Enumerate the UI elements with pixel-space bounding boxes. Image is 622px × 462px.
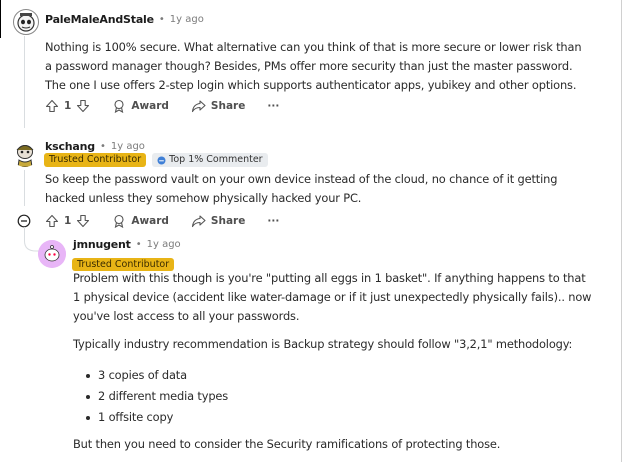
comment-header: jmnugent • 1y ago bbox=[73, 238, 181, 251]
comment-age[interactable]: 1y ago bbox=[111, 141, 145, 152]
comment-body: Nothing is 100% secure. What alternative… bbox=[45, 40, 582, 92]
more-icon: ··· bbox=[267, 100, 280, 112]
flair-top-label: Top 1% Commenter bbox=[169, 154, 263, 165]
comment-actions: 1 Award Share ··· bbox=[45, 214, 279, 228]
upvote-icon[interactable] bbox=[45, 99, 59, 113]
default-avatar-icon bbox=[38, 240, 66, 268]
share-icon bbox=[191, 100, 206, 113]
comment-age[interactable]: 1y ago bbox=[170, 14, 204, 25]
more-icon: ··· bbox=[267, 215, 280, 227]
share-button[interactable]: Share bbox=[191, 214, 245, 228]
award-label: Award bbox=[131, 215, 169, 227]
downvote-icon[interactable] bbox=[76, 99, 90, 113]
snoo-avatar-icon bbox=[16, 145, 34, 167]
snoo-avatar-icon bbox=[17, 13, 35, 32]
award-icon bbox=[114, 99, 124, 113]
separator-dot: • bbox=[158, 14, 165, 25]
avatar-jmnugent[interactable] bbox=[38, 240, 66, 268]
vote-count: 1 bbox=[64, 215, 72, 227]
share-button[interactable]: Share bbox=[191, 99, 245, 113]
share-icon bbox=[191, 215, 206, 228]
bullet-marker bbox=[86, 373, 90, 378]
list-item-text: 2 different media types bbox=[98, 389, 229, 403]
award-button[interactable]: Award bbox=[112, 99, 169, 113]
comment-body-paragraph: Problem with this though is you're "putt… bbox=[73, 271, 592, 323]
more-options-button[interactable]: ··· bbox=[267, 215, 279, 227]
flair-top-commenter: Top 1% Commenter bbox=[152, 153, 268, 167]
window-edge bbox=[0, 0, 1, 38]
more-options-button[interactable]: ··· bbox=[267, 100, 279, 112]
comment-header: PaleMaleAndStale • 1y ago bbox=[45, 13, 204, 26]
bullet-list: 3 copies of data 2 different media types… bbox=[86, 365, 228, 428]
collapse-icon bbox=[17, 214, 31, 228]
commenter-badge-icon bbox=[157, 156, 166, 164]
vote-group: 1 bbox=[45, 214, 90, 228]
username[interactable]: jmnugent bbox=[73, 238, 131, 251]
share-label: Share bbox=[210, 100, 246, 112]
bullet-marker bbox=[86, 415, 90, 420]
award-icon bbox=[114, 214, 124, 228]
comment-age[interactable]: 1y ago bbox=[147, 239, 181, 250]
list-item: 1 offsite copy bbox=[86, 407, 228, 428]
flair-trusted-contributor: Trusted Contributor bbox=[44, 153, 147, 167]
vote-count: 1 bbox=[64, 100, 72, 112]
share-label: Share bbox=[210, 215, 246, 227]
downvote-icon[interactable] bbox=[76, 214, 90, 228]
flair-row: Trusted Contributor Top 1% Commenter bbox=[44, 153, 268, 167]
username[interactable]: kschang bbox=[45, 140, 95, 153]
avatar-palemaleandstale[interactable] bbox=[13, 9, 39, 35]
comment-body: So keep the password vault on your own d… bbox=[45, 172, 558, 205]
comment-header: kschang • 1y ago bbox=[45, 140, 145, 153]
username[interactable]: PaleMaleAndStale bbox=[45, 13, 154, 26]
list-item-text: 3 copies of data bbox=[98, 368, 187, 382]
collapse-thread-button[interactable] bbox=[17, 213, 31, 228]
separator-dot: • bbox=[99, 141, 106, 152]
award-label: Award bbox=[131, 100, 169, 112]
list-item: 3 copies of data bbox=[86, 365, 228, 386]
upvote-icon[interactable] bbox=[45, 214, 59, 228]
comment-actions: 1 Award Share ··· bbox=[45, 99, 279, 113]
award-button[interactable]: Award bbox=[112, 214, 169, 228]
separator-dot: • bbox=[135, 239, 142, 250]
comment-body-paragraph: Typically industry recommendation is Bac… bbox=[73, 337, 573, 351]
list-item: 2 different media types bbox=[86, 386, 228, 407]
avatar-kschang[interactable] bbox=[12, 141, 38, 167]
vote-group: 1 bbox=[45, 99, 90, 113]
comment-body-paragraph: But then you need to consider the Securi… bbox=[73, 437, 501, 451]
bullet-marker bbox=[86, 394, 90, 399]
list-item-text: 1 offsite copy bbox=[98, 410, 174, 424]
thread-line bbox=[24, 170, 25, 206]
thread-line bbox=[24, 36, 25, 128]
